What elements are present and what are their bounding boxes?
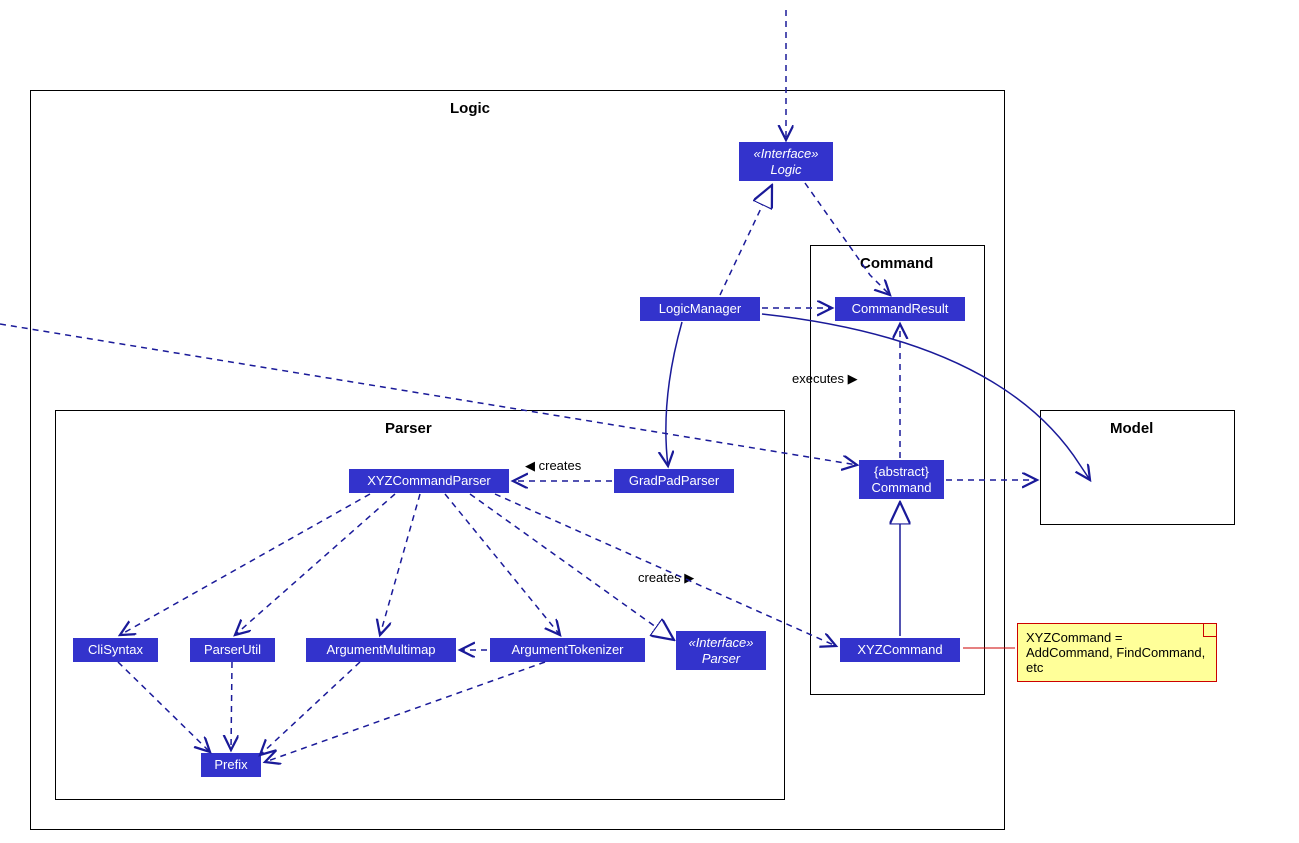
class-name: Prefix (214, 757, 247, 772)
package-title-command: Command (860, 255, 933, 272)
stereotype: {abstract} (867, 464, 936, 480)
class-name: LogicManager (659, 301, 741, 316)
class-gradpad-parser: GradPadParser (614, 469, 734, 493)
note-text: XYZCommand = AddCommand, FindCommand, et… (1026, 630, 1205, 675)
class-logic-interface: «Interface» Logic (739, 142, 833, 181)
edge-label-creates-left: ◀ creates (525, 458, 581, 474)
class-command-abstract: {abstract} Command (859, 460, 944, 499)
package-title-parser: Parser (385, 420, 432, 437)
edge-label-executes: executes ▶ (792, 371, 858, 387)
class-command-result: CommandResult (835, 297, 965, 321)
class-argument-multimap: ArgumentMultimap (306, 638, 456, 662)
stereotype: «Interface» (684, 635, 758, 651)
uml-diagram: Logic Parser Command Model «Interface» L… (0, 0, 1299, 843)
class-name: Command (867, 480, 936, 496)
class-name: CliSyntax (88, 642, 143, 657)
class-name: GradPadParser (629, 473, 719, 488)
class-xyz-command: XYZCommand (840, 638, 960, 662)
edge-label-creates-right: creates ▶ (638, 570, 694, 586)
class-name: Logic (747, 162, 825, 178)
package-title-model: Model (1110, 420, 1153, 437)
stereotype: «Interface» (747, 146, 825, 162)
class-name: CommandResult (852, 301, 949, 316)
class-parser-util: ParserUtil (190, 638, 275, 662)
class-name: Parser (684, 651, 758, 667)
class-logic-manager: LogicManager (640, 297, 760, 321)
class-argument-tokenizer: ArgumentTokenizer (490, 638, 645, 662)
class-xyz-command-parser: XYZCommandParser (349, 469, 509, 493)
class-name: ParserUtil (204, 642, 261, 657)
package-title-logic: Logic (450, 100, 490, 117)
note-xyz-command: XYZCommand = AddCommand, FindCommand, et… (1017, 623, 1217, 682)
class-name: XYZCommand (857, 642, 942, 657)
class-name: XYZCommandParser (367, 473, 491, 488)
class-name: ArgumentTokenizer (512, 642, 624, 657)
class-parser-interface: «Interface» Parser (676, 631, 766, 670)
class-cli-syntax: CliSyntax (73, 638, 158, 662)
class-prefix: Prefix (201, 753, 261, 777)
class-name: ArgumentMultimap (326, 642, 435, 657)
